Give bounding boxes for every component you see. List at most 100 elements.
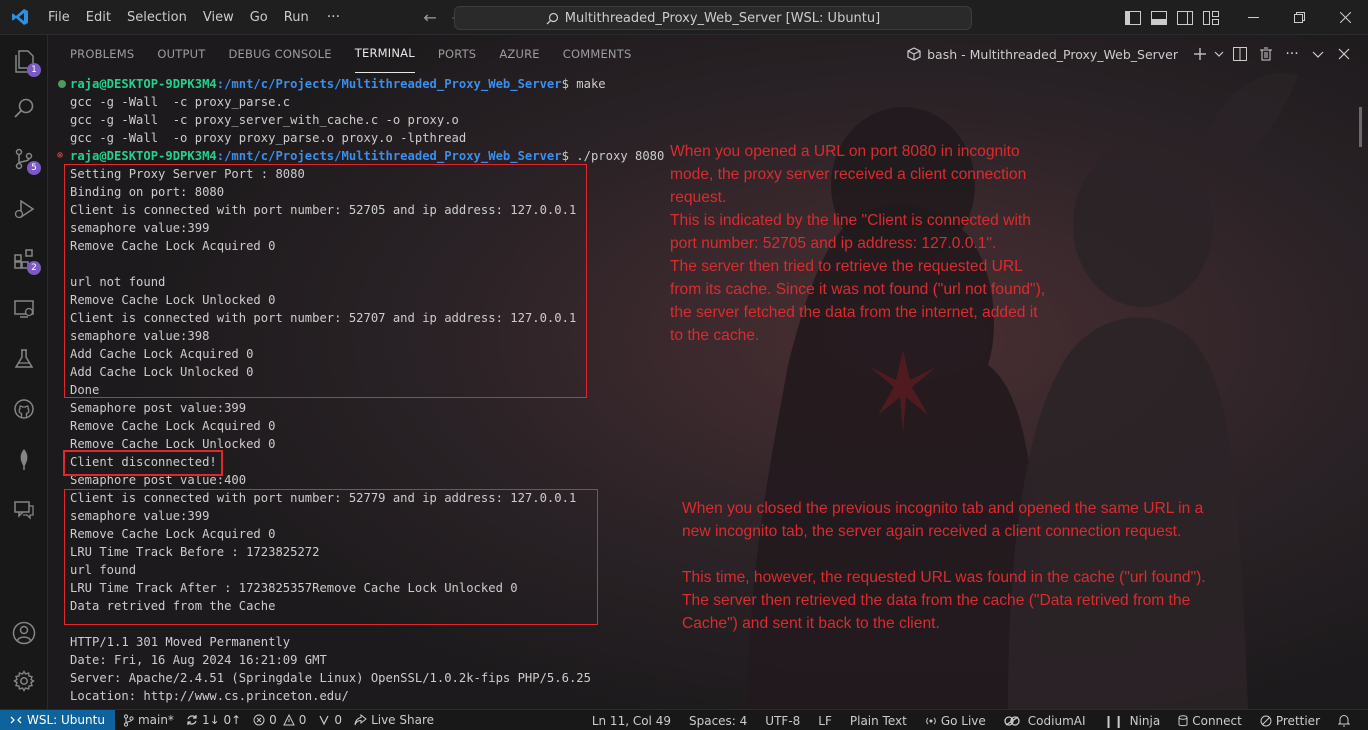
status-right: Ln 11, Col 49 Spaces: 4 UTF-8 LF Plain T… [574,710,1354,730]
source-control-icon[interactable]: 5 [0,135,48,183]
layout-controls [1120,0,1224,35]
accounts-icon[interactable] [0,609,48,657]
git-branch[interactable]: main* [123,713,174,727]
search-icon [546,12,558,24]
terminal-cube-icon [907,47,921,61]
window-title: Multithreaded_Proxy_Web_Server [WSL: Ubu… [564,10,881,26]
more-actions-icon[interactable]: ··· [1280,42,1304,66]
tab-azure[interactable]: AZURE [499,35,539,73]
extensions-icon[interactable]: 2 [0,235,48,283]
codiumai-icon [1004,715,1020,726]
annotation-cached-request: When you closed the previous incognito t… [682,500,1206,632]
output-line: Remove Cache Lock Unlocked 0 [70,437,276,451]
chevron-down-icon[interactable] [1212,42,1226,66]
customize-layout-icon[interactable] [1198,0,1224,35]
output-line: Semaphore post value:400 [70,473,247,487]
encoding[interactable]: UTF-8 [765,714,800,728]
output-line: Location: http://www.cs.princeton.edu/ [70,689,349,703]
highlight-box-client-disconnected [63,450,223,476]
menu-go[interactable]: Go [242,0,276,35]
command-success-icon [58,80,66,88]
language-mode[interactable]: Plain Text [850,714,907,728]
ports-indicator[interactable]: 0 [318,713,342,727]
toggle-primary-sidebar-icon[interactable] [1120,0,1146,35]
cursor-position[interactable]: Ln 11, Col 49 [592,714,671,728]
git-sync[interactable]: 1↓ 0↑ [186,713,241,727]
tab-comments[interactable]: COMMENTS [563,35,632,73]
menu-file[interactable]: File [40,0,78,35]
close-window-icon[interactable] [1322,0,1368,35]
search-icon[interactable] [0,85,48,133]
output-line: HTTP/1.1 301 Moved Permanently [70,635,291,649]
explorer-badge: 1 [27,63,41,77]
terminal-panel: PROBLEMS OUTPUT DEBUG CONSOLE TERMINAL P… [48,35,1368,709]
tab-problems[interactable]: PROBLEMS [70,35,134,73]
mongodb-leaf-icon[interactable] [0,435,48,483]
build-line: gcc -g -Wall -c proxy_server_with_cache.… [70,113,459,127]
remote-indicator[interactable]: WSL: Ubuntu [0,709,115,730]
tab-terminal[interactable]: TERMINAL [354,35,415,73]
output-line: Client disconnected! [70,455,217,469]
tab-output[interactable]: OUTPUT [157,35,205,73]
run-debug-icon[interactable] [0,185,48,233]
terminal-name-label: bash - Multithreaded_Proxy_Web_Server [927,46,1178,62]
output-line: Semaphore post value:399 [70,401,247,415]
status-bar: WSL: Ubuntu main* 1↓ 0↑ 0 0 0 Live Share… [0,709,1368,730]
terminal-actions: bash - Multithreaded_Proxy_Web_Server ··… [907,35,1356,73]
ninja-icon: ❙❙ [1103,713,1124,728]
warning-icon [282,714,295,726]
extensions-badge: 2 [27,261,41,275]
connect-button[interactable]: Connect [1178,714,1242,728]
go-live-button[interactable]: Go Live [925,714,986,728]
highlight-box-cached-request [64,489,598,625]
trash-icon[interactable] [1254,42,1278,66]
explorer-icon[interactable]: 1 [0,37,48,85]
menu-view[interactable]: View [195,0,242,35]
live-share-button[interactable]: Live Share [354,713,434,727]
problems-indicator[interactable]: 0 0 [253,713,306,727]
menu-selection[interactable]: Selection [119,0,195,35]
codiumai-button[interactable]: CodiumAI [1004,714,1086,728]
output-line: Remove Cache Lock Acquired 0 [70,419,276,433]
output-line: Server: Apache/2.4.51 (Springdale Linux)… [70,671,591,685]
toggle-panel-icon[interactable] [1146,0,1172,35]
menu-more-button[interactable]: ··· [317,0,350,35]
vscode-logo-icon [0,0,40,35]
error-icon [253,714,265,726]
menu-run[interactable]: Run [276,0,317,35]
command-center-search[interactable]: Multithreaded_Proxy_Web_Server [WSL: Ubu… [454,6,972,30]
chat-icon[interactable] [0,485,48,533]
prettier-button[interactable]: Prettier [1260,714,1320,728]
branch-icon [123,713,134,727]
ninja-button[interactable]: ❙❙ Ninja [1104,714,1161,728]
title-bar: File Edit Selection View Go Run ··· ← → … [0,0,1368,35]
minimize-icon[interactable] [1230,0,1276,35]
split-terminal-icon[interactable] [1228,42,1252,66]
github-icon[interactable] [0,385,48,433]
end-of-line[interactable]: LF [818,714,832,728]
tab-debug-console[interactable]: DEBUG CONSOLE [228,35,331,73]
build-line: gcc -g -Wall -c proxy_parse.c [70,95,291,109]
broadcast-icon [926,717,936,724]
remote-explorer-icon[interactable] [0,285,48,333]
settings-gear-icon[interactable] [0,657,48,705]
toggle-secondary-sidebar-icon[interactable] [1172,0,1198,35]
notifications-bell-icon[interactable] [1338,714,1354,727]
tab-ports[interactable]: PORTS [438,35,476,73]
restore-icon[interactable] [1276,0,1322,35]
testing-icon[interactable] [0,335,48,383]
source-control-badge: 5 [27,161,41,175]
terminal-scrollbar[interactable] [1359,107,1362,147]
menu-edit[interactable]: Edit [78,0,119,35]
indentation[interactable]: Spaces: 4 [689,714,747,728]
close-panel-icon[interactable] [1332,42,1356,66]
collapse-panel-icon[interactable] [1306,42,1330,66]
database-icon [1178,714,1188,726]
sync-icon [187,715,197,725]
back-arrow-icon[interactable]: ← [416,8,444,27]
new-terminal-plus-icon[interactable] [1188,42,1212,66]
terminal-selector[interactable]: bash - Multithreaded_Proxy_Web_Server [907,47,1178,62]
remote-icon [10,716,22,724]
annotation-first-request: When you opened a URL on port 8080 in in… [670,143,1046,344]
terminal-prompt-line: raja@DESKTOP-9DPK3M4:/mnt/c/Projects/Mul… [58,75,1330,93]
